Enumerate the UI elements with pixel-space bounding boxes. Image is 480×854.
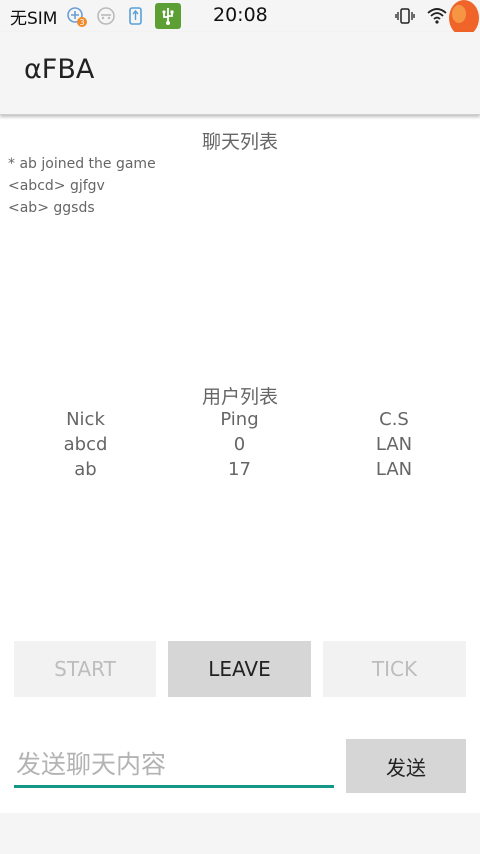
tick-button[interactable]: TICK: [323, 641, 466, 697]
app-title: αFBA: [24, 54, 95, 85]
user-row: ab 17 LAN: [0, 457, 480, 482]
status-bar: 无SIM 3 20:08: [0, 0, 480, 32]
notification-plus-icon: 3: [65, 5, 88, 27]
user-ping: 17: [228, 459, 251, 480]
user-row: abcd 0 LAN: [0, 432, 480, 457]
app-bar: αFBA: [0, 32, 480, 115]
header-ping: Ping: [220, 409, 259, 430]
header-cs: C.S: [379, 409, 409, 430]
chat-list-title: 聊天列表: [201, 131, 278, 153]
vibrate-icon: [394, 5, 416, 27]
chat-message: * ab joined the game: [8, 156, 156, 172]
send-button[interactable]: 发送: [346, 739, 466, 793]
header-nick: Nick: [66, 409, 105, 430]
user-table: Nick Ping C.S abcd 0 LAN ab 17 LAN: [0, 407, 480, 482]
user-cs: LAN: [375, 434, 413, 455]
user-table-header: Nick Ping C.S: [0, 407, 480, 432]
chat-input[interactable]: 发送聊天内容: [14, 740, 334, 788]
carrier-label: 无SIM: [10, 8, 58, 29]
user-nick: ab: [74, 459, 97, 480]
user-cs: LAN: [375, 459, 413, 480]
clock: 20:08: [213, 4, 268, 26]
start-button[interactable]: START: [14, 641, 156, 697]
chat-message: <ab> ggsds: [8, 200, 95, 216]
user-ping: 0: [233, 434, 246, 455]
chat-message: <abcd> gjfgv: [8, 178, 105, 194]
usb-debug-icon: [155, 3, 182, 29]
leave-button[interactable]: LEAVE: [168, 641, 311, 697]
usb-storage-icon: [125, 5, 147, 27]
user-list-title: 用户列表: [201, 386, 278, 408]
bottom-band: [0, 813, 480, 854]
app-face-icon: [95, 5, 117, 27]
chat-message-list: * ab joined the game <abcd> gjfgv <ab> g…: [8, 153, 156, 219]
notification-badge: 3: [80, 18, 85, 27]
user-nick: abcd: [63, 434, 108, 455]
